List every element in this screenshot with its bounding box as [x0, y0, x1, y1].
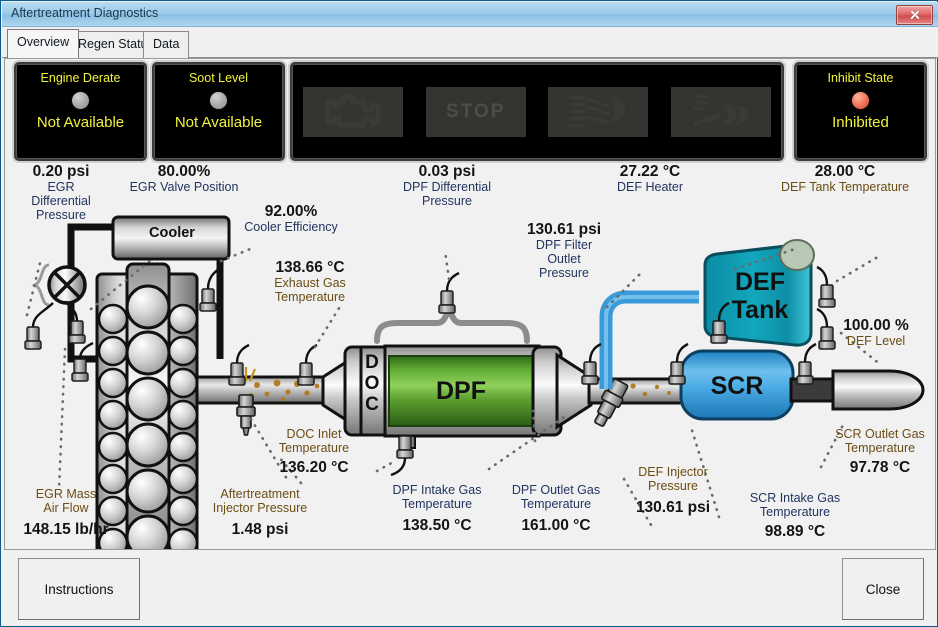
- tab-strip: Overview Regen Status Data: [2, 27, 938, 58]
- readout-def-tank-temperature: 28.00 °C DEF Tank Temperature: [755, 163, 935, 194]
- readout-dpf-filter-outlet-pressure: 130.61 psi DPF Filter Outlet Pressure: [503, 221, 625, 280]
- def-heater-value: 27.22 °C: [619, 163, 681, 180]
- close-icon[interactable]: [896, 5, 933, 25]
- doc-letter-o: O: [364, 372, 380, 394]
- doc-letter-d: D: [365, 352, 379, 373]
- readout-doc-inlet-temperature: DOC Inlet Temperature 136.20 °C: [257, 427, 371, 476]
- readout-def-injector-pressure: DEF Injector Pressure 130.61 psi: [615, 465, 731, 516]
- doc-inlet-temperature-label: DOC Inlet Temperature: [278, 427, 350, 455]
- def-tank-temperature-label: DEF Tank Temperature: [780, 180, 910, 195]
- egr-mass-air-flow-label: EGR Mass Air Flow: [35, 487, 97, 515]
- instructions-button[interactable]: Instructions: [18, 558, 140, 620]
- readout-egr-valve-position: 80.00% EGR Valve Position: [111, 163, 257, 194]
- readout-scr-outlet-gas-temperature: SCR Outlet Gas Temperature 97.78 °C: [823, 427, 935, 476]
- readout-def-level: 100.00 % DEF Level: [817, 317, 935, 348]
- egr-differential-pressure-label: EGR Differential Pressure: [31, 180, 91, 223]
- dpf-label: DPF: [436, 377, 486, 405]
- button-bar: Instructions Close: [4, 552, 936, 624]
- scr-outlet-gas-temperature-value: 97.78 °C: [849, 459, 911, 476]
- cooler-efficiency-label: Cooler Efficiency: [244, 220, 338, 235]
- tab-overview[interactable]: Overview: [7, 29, 80, 58]
- exhaust-gas-temperature-value: 138.66 °C: [275, 259, 345, 276]
- def-tank-line2: Tank: [731, 296, 789, 324]
- cooler-efficiency-value: 92.00%: [264, 203, 318, 220]
- scr-outlet-gas-temperature-label: SCR Outlet Gas Temperature: [835, 427, 925, 455]
- aftertreatment-injector-pressure-label: Aftertreatment Injector Pressure: [212, 487, 308, 515]
- dpf-intake-gas-temperature-value: 138.50 °C: [402, 517, 472, 534]
- def-tank-label: DEF Tank: [717, 268, 803, 324]
- readout-dpf-outlet-gas-temperature: DPF Outlet Gas Temperature 161.00 °C: [491, 483, 621, 534]
- doc-letter-c: C: [365, 393, 379, 415]
- close-button[interactable]: Close: [842, 558, 924, 620]
- readout-scr-intake-gas-temperature: SCR Intake Gas Temperature 98.89 °C: [731, 491, 859, 540]
- readout-dpf-intake-gas-temperature: DPF Intake Gas Temperature 138.50 °C: [371, 483, 503, 534]
- def-level-value: 100.00 %: [843, 317, 909, 334]
- scr-intake-gas-temperature-value: 98.89 °C: [764, 523, 826, 540]
- dpf-differential-pressure-value: 0.03 psi: [418, 163, 476, 180]
- readout-aftertreatment-injector-pressure: Aftertreatment Injector Pressure 1.48 ps…: [189, 487, 331, 538]
- def-heater-label: DEF Heater: [617, 180, 683, 195]
- egr-differential-pressure-value: 0.20 psi: [32, 163, 90, 180]
- readout-dpf-differential-pressure: 0.03 psi DPF Differential Pressure: [377, 163, 517, 208]
- def-tank-temperature-value: 28.00 °C: [814, 163, 876, 180]
- dpf-intake-gas-temperature-label: DPF Intake Gas Temperature: [392, 483, 482, 511]
- def-injector-pressure-value: 130.61 psi: [635, 499, 711, 516]
- cooler-label: Cooler: [149, 225, 195, 241]
- scr-intake-gas-temperature-label: SCR Intake Gas Temperature: [749, 491, 841, 519]
- def-injector-pressure-label: DEF Injector Pressure: [638, 465, 708, 493]
- aftertreatment-injector-pressure-value: 1.48 psi: [231, 521, 289, 538]
- dpf-outlet-gas-temperature-label: DPF Outlet Gas Temperature: [511, 483, 601, 511]
- dpf-differential-pressure-label: DPF Differential Pressure: [403, 180, 491, 209]
- egr-valve-position-label: EGR Valve Position: [129, 180, 239, 195]
- title-bar: Aftertreatment Diagnostics: [2, 2, 938, 27]
- doc-inlet-temperature-value: 136.20 °C: [279, 459, 349, 476]
- dpf-outlet-gas-temperature-value: 161.00 °C: [521, 517, 591, 534]
- exhaust-gas-temperature-label: Exhaust Gas Temperature: [274, 276, 346, 305]
- egr-mass-air-flow-value: 148.15 lb/hr: [23, 521, 109, 538]
- dpf-filter-outlet-pressure-label: DPF Filter Outlet Pressure: [535, 238, 593, 281]
- scr-label: SCR: [710, 372, 764, 400]
- readout-def-heater: 27.22 °C DEF Heater: [591, 163, 709, 194]
- def-level-label: DEF Level: [846, 334, 906, 349]
- def-tank-line1: DEF: [735, 268, 785, 296]
- readout-egr-mass-air-flow: EGR Mass Air Flow 148.15 lb/hr: [11, 487, 121, 538]
- readout-exhaust-gas-temperature: 138.66 °C Exhaust Gas Temperature: [247, 259, 373, 304]
- readout-cooler-efficiency: 92.00% Cooler Efficiency: [227, 203, 355, 234]
- tab-data[interactable]: Data: [143, 31, 190, 58]
- egr-valve-position-value: 80.00%: [157, 163, 211, 180]
- dpf-filter-outlet-pressure-value: 130.61 psi: [526, 221, 602, 238]
- overview-panel: Engine Derate Not Available Soot Level N…: [4, 58, 936, 550]
- doc-label: D O C: [359, 352, 385, 416]
- app-window: Aftertreatment Diagnostics Overview Rege…: [0, 0, 938, 627]
- window-title: Aftertreatment Diagnostics: [11, 6, 159, 20]
- readout-egr-differential-pressure: 0.20 psi EGR Differential Pressure: [7, 163, 115, 222]
